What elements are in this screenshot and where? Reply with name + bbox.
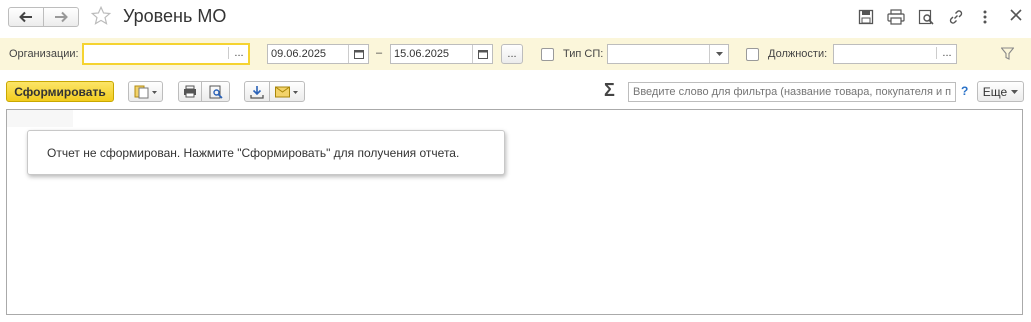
print-toolbar-button[interactable]	[178, 81, 202, 102]
more-actions-button[interactable]: Еще	[977, 81, 1024, 102]
date-to-value: 15.06.2025	[394, 48, 450, 60]
help-button[interactable]: ?	[961, 84, 968, 98]
close-button[interactable]	[1010, 9, 1022, 21]
positions-label: Должности:	[768, 48, 828, 60]
sigma-icon[interactable]: Σ	[604, 80, 615, 101]
organizations-label: Организации:	[9, 48, 79, 60]
positions-checkbox[interactable]	[746, 48, 759, 61]
calendar-from-button[interactable]	[348, 45, 369, 63]
more-vert-icon	[983, 10, 987, 24]
send-email-button[interactable]	[269, 81, 305, 102]
preview-icon	[209, 85, 223, 99]
positions-select-button[interactable]: ...	[936, 47, 957, 59]
date-to-field[interactable]: 15.06.2025	[390, 44, 493, 64]
positions-field[interactable]: ...	[833, 44, 957, 64]
dropdown-arrow-icon	[716, 52, 723, 56]
date-from-field[interactable]: 09.06.2025	[267, 44, 369, 64]
favorite-star-button[interactable]	[90, 5, 112, 27]
forward-arrow-icon	[55, 11, 68, 23]
date-separator: –	[376, 47, 383, 59]
report-message-text: Отчет не сформирован. Нажмите "Сформиров…	[47, 145, 460, 160]
back-arrow-icon	[19, 11, 32, 23]
download-icon	[250, 85, 264, 99]
forward-button[interactable]	[43, 7, 79, 27]
save-button[interactable]	[858, 9, 874, 25]
generate-button[interactable]: Сформировать	[6, 81, 114, 102]
search-input[interactable]	[628, 82, 956, 102]
close-icon	[1010, 9, 1022, 21]
variants-icon	[134, 85, 157, 98]
report-message-box: Отчет не сформирован. Нажмите "Сформиров…	[27, 130, 505, 175]
organizations-select-button[interactable]: ...	[228, 47, 249, 59]
save-icon	[858, 9, 874, 25]
sp-type-dropdown-button[interactable]	[709, 45, 729, 63]
print-icon	[184, 85, 196, 98]
sp-type-select[interactable]	[607, 44, 729, 64]
page-title: Уровень МО	[123, 6, 227, 26]
report-variants-button[interactable]	[128, 81, 163, 102]
preview-button[interactable]	[918, 9, 934, 25]
calendar-icon	[478, 50, 488, 59]
print-icon	[887, 9, 905, 25]
calendar-icon	[354, 50, 364, 59]
filter-funnel-icon	[1001, 47, 1014, 60]
more-menu-button[interactable]	[982, 9, 988, 25]
print-button[interactable]	[887, 9, 905, 25]
preview-toolbar-button[interactable]	[201, 81, 230, 102]
star-icon	[90, 5, 112, 25]
dropdown-arrow-icon	[1011, 89, 1019, 94]
save-to-file-button[interactable]	[244, 81, 270, 102]
organizations-field[interactable]	[82, 43, 250, 65]
sp-type-checkbox[interactable]	[541, 48, 554, 61]
filter-settings-button[interactable]	[1001, 47, 1014, 60]
link-icon	[949, 10, 963, 24]
more-actions-label: Еще	[982, 84, 1008, 99]
calendar-to-button[interactable]	[472, 45, 493, 63]
period-select-button[interactable]: ...	[501, 44, 523, 64]
email-icon	[275, 86, 298, 97]
link-button[interactable]	[948, 9, 964, 25]
report-corner-cell	[7, 110, 73, 127]
generate-button-label: Сформировать	[14, 84, 106, 99]
date-from-value: 09.06.2025	[271, 48, 327, 60]
preview-icon	[918, 9, 934, 25]
back-button[interactable]	[8, 7, 44, 27]
sp-type-label: Тип СП:	[563, 48, 604, 60]
